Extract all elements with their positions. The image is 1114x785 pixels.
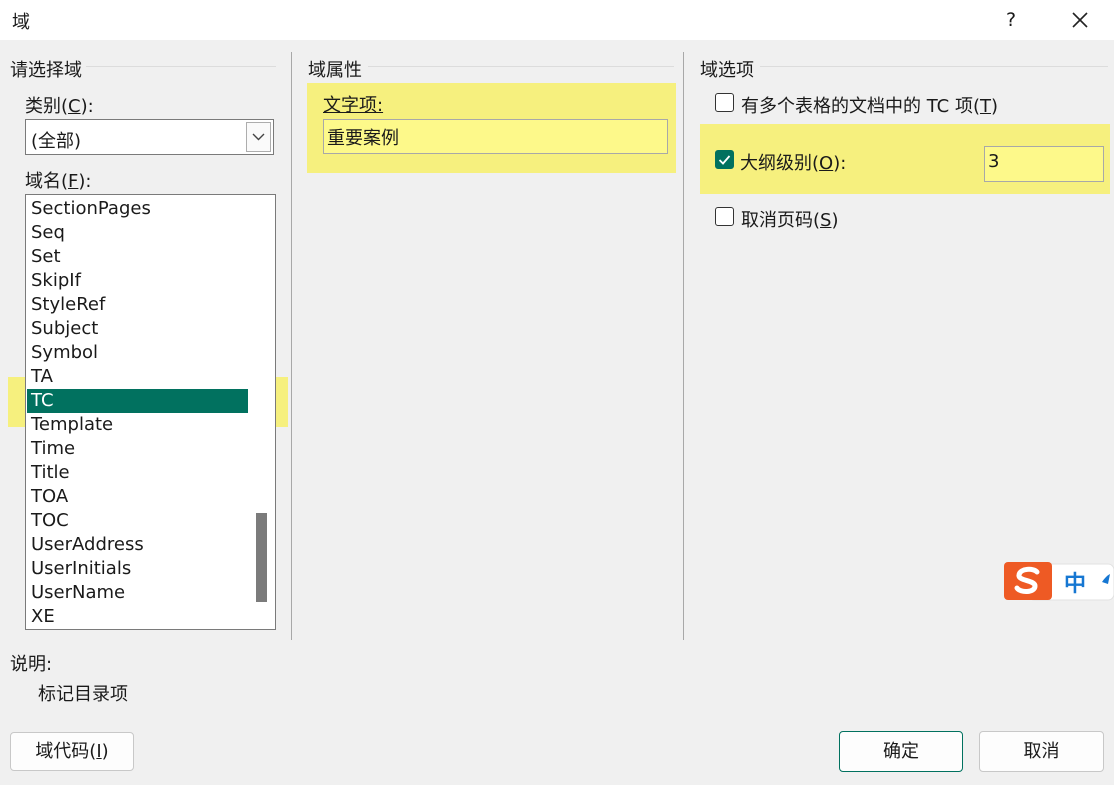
list-item[interactable]: TA bbox=[27, 365, 248, 389]
field-names-listbox[interactable]: SectionPages Seq Set SkipIf StyleRef Subject S… bbox=[25, 194, 276, 630]
no-page-number-checkbox[interactable] bbox=[715, 207, 734, 226]
list-item[interactable]: XE bbox=[27, 605, 248, 629]
close-button[interactable] bbox=[1062, 4, 1098, 36]
close-icon bbox=[1072, 12, 1088, 28]
list-item[interactable]: UserName bbox=[27, 581, 248, 605]
outline-level-input[interactable]: 3 bbox=[984, 146, 1104, 182]
list-item[interactable]: TOA bbox=[27, 485, 248, 509]
list-item[interactable]: TOC bbox=[27, 509, 248, 533]
list-item[interactable]: StyleRef bbox=[27, 293, 248, 317]
checkmark-icon bbox=[718, 155, 731, 165]
field-options-group-title: 域选项 bbox=[700, 60, 754, 81]
description-label: 说明: bbox=[10, 654, 53, 675]
list-item[interactable]: Subject bbox=[27, 317, 248, 341]
no-page-number-label: 取消页码(S) bbox=[741, 210, 839, 231]
category-label: 类别(C): bbox=[25, 96, 94, 117]
list-item[interactable]: TC bbox=[27, 389, 248, 413]
text-entry-input[interactable]: 重要案例 bbox=[323, 119, 668, 154]
list-item[interactable]: Seq bbox=[27, 221, 248, 245]
multi-table-label: 有多个表格的文档中的 TC 项(T) bbox=[741, 96, 999, 117]
text-entry-label: 文字项: bbox=[323, 95, 384, 116]
window-title: 域 bbox=[12, 12, 30, 33]
field-names-label: 域名(F): bbox=[25, 171, 92, 192]
list-item[interactable]: SectionPages bbox=[27, 197, 248, 221]
category-combobox[interactable]: (全部) bbox=[25, 119, 274, 155]
outline-level-label: 大纲级别(O): bbox=[740, 153, 847, 174]
list-item[interactable]: Template bbox=[27, 413, 248, 437]
group-divider bbox=[368, 66, 674, 67]
field-properties-group-title: 域属性 bbox=[308, 60, 362, 81]
ime-mode-label: 中 bbox=[1064, 572, 1087, 597]
ok-button[interactable]: 确定 bbox=[839, 731, 963, 772]
list-item[interactable]: Time bbox=[27, 437, 248, 461]
chevron-down-icon bbox=[252, 133, 265, 141]
ime-indicator[interactable]: 中 bbox=[1004, 556, 1114, 604]
scrollbar-thumb[interactable] bbox=[256, 513, 267, 602]
list-item[interactable]: Set bbox=[27, 245, 248, 269]
group-divider bbox=[760, 66, 1108, 67]
list-item[interactable]: Title bbox=[27, 461, 248, 485]
title-bar bbox=[0, 0, 1114, 40]
cancel-button[interactable]: 取消 bbox=[979, 731, 1104, 772]
list-item[interactable]: Symbol bbox=[27, 341, 248, 365]
help-button[interactable]: ? bbox=[998, 6, 1024, 34]
outline-level-checkbox[interactable] bbox=[715, 150, 734, 169]
multi-table-checkbox[interactable] bbox=[715, 93, 734, 112]
list-item[interactable]: UserInitials bbox=[27, 557, 248, 581]
list-item[interactable]: UserAddress bbox=[27, 533, 248, 557]
category-value: (全部) bbox=[31, 131, 82, 152]
select-field-group-title: 请选择域 bbox=[10, 60, 82, 81]
group-divider bbox=[86, 66, 276, 67]
category-dropdown-button[interactable] bbox=[246, 122, 271, 152]
sogou-logo-icon bbox=[1004, 562, 1114, 601]
list-item[interactable]: SkipIf bbox=[27, 269, 248, 293]
field-codes-button[interactable]: 域代码(I) bbox=[10, 732, 134, 771]
description-text: 标记目录项 bbox=[38, 684, 128, 705]
column-separator bbox=[291, 52, 292, 640]
column-separator bbox=[683, 52, 684, 640]
